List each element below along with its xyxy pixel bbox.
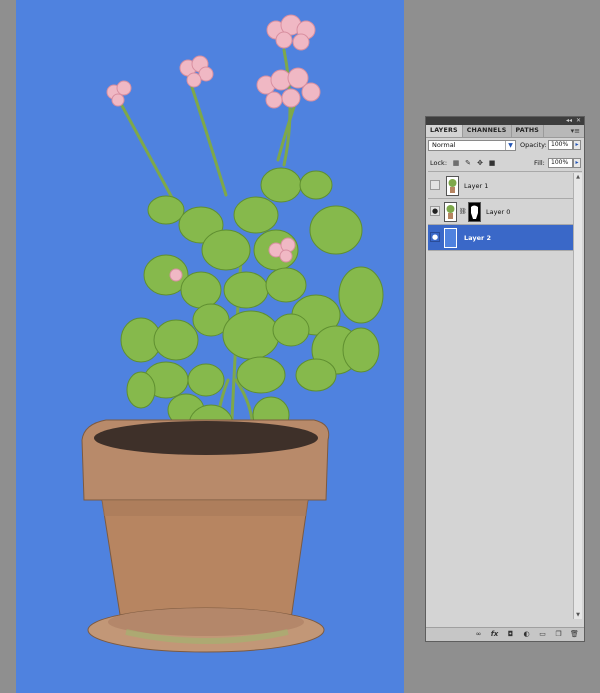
layer-row-layer-0[interactable]: ● ⛓ Layer 0	[428, 199, 573, 225]
mask-icon[interactable]: ◘	[505, 629, 516, 640]
lock-fill-row: Lock: ▦ ✎ ✥ ■ Fill: 100% ▸	[428, 157, 582, 172]
scroll-up-icon[interactable]: ▲	[574, 173, 582, 181]
chevron-down-icon[interactable]: ▼	[505, 141, 515, 150]
blend-mode-value: Normal	[432, 141, 456, 149]
document-canvas[interactable]	[16, 0, 404, 693]
panel-tabs: LAYERS CHANNELS PATHS ▾≡	[426, 125, 584, 138]
eye-icon[interactable]: ●	[430, 206, 440, 216]
layer-thumbnail	[444, 228, 457, 248]
potted-geranium-image	[81, 14, 384, 653]
trash-icon[interactable]: 🗑	[569, 629, 580, 640]
panel-menu-icon[interactable]: ▾≡	[571, 125, 580, 137]
link-icon[interactable]: ∞	[473, 629, 484, 640]
tab-layers[interactable]: LAYERS	[426, 125, 463, 137]
blend-mode-select[interactable]: Normal ▼	[428, 140, 516, 151]
layers-panel: ◂◂ ✕ LAYERS CHANNELS PATHS ▾≡ Normal ▼ O…	[425, 116, 585, 642]
tab-paths[interactable]: PATHS	[512, 125, 545, 137]
layer-name[interactable]: Layer 1	[464, 173, 488, 199]
group-icon[interactable]: ▭	[537, 629, 548, 640]
layers-list: Layer 1 ● ⛓ Layer 0 ● Layer 2	[428, 173, 573, 619]
layer-name[interactable]: Layer 0	[486, 199, 510, 225]
scroll-down-icon[interactable]: ▼	[574, 611, 582, 619]
lock-position-icon[interactable]: ✥	[476, 159, 484, 167]
opacity-slider-arrow-icon[interactable]: ▸	[573, 140, 581, 150]
layer-thumbnail	[444, 202, 457, 222]
lock-pixels-icon[interactable]: ✎	[464, 159, 472, 167]
new-layer-icon[interactable]: ❐	[553, 629, 564, 640]
lock-label: Lock:	[430, 159, 448, 167]
opacity-label: Opacity:	[520, 141, 547, 149]
fill-slider-arrow-icon[interactable]: ▸	[573, 158, 581, 168]
layer-row-layer-2[interactable]: ● Layer 2	[428, 225, 573, 251]
opacity-input[interactable]: 100%	[548, 140, 573, 150]
layer-mask-thumbnail[interactable]	[468, 202, 481, 222]
eye-icon[interactable]: ●	[430, 232, 440, 242]
layer-row-layer-1[interactable]: Layer 1	[428, 173, 573, 199]
close-icon[interactable]: ✕	[576, 117, 581, 125]
layer-thumbnail	[446, 176, 459, 196]
lock-all-icon[interactable]: ■	[488, 159, 496, 167]
collapse-icon[interactable]: ◂◂	[566, 117, 572, 125]
fill-input[interactable]: 100%	[548, 158, 573, 168]
tab-channels[interactable]: CHANNELS	[463, 125, 512, 137]
blend-opacity-row: Normal ▼ Opacity: 100% ▸	[428, 139, 582, 153]
panel-titlebar[interactable]: ◂◂ ✕	[426, 117, 584, 125]
adjustment-icon[interactable]: ◐	[521, 629, 532, 640]
visibility-toggle-empty[interactable]	[430, 180, 440, 190]
layer-name[interactable]: Layer 2	[464, 225, 491, 251]
fill-label: Fill:	[534, 159, 545, 167]
link-chain-icon[interactable]: ⛓	[459, 208, 467, 215]
layers-footer-toolbar: ∞ fx ◘ ◐ ▭ ❐ 🗑	[426, 627, 584, 641]
layers-scrollbar[interactable]: ▲ ▼	[573, 173, 582, 619]
lock-transparency-icon[interactable]: ▦	[452, 159, 460, 167]
fx-icon[interactable]: fx	[489, 629, 500, 640]
